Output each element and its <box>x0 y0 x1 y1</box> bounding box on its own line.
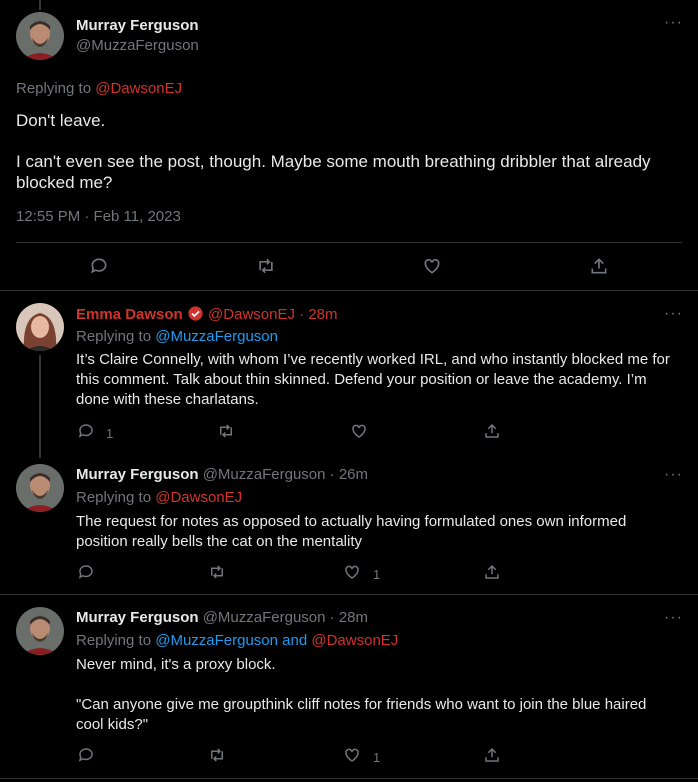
avatar-murray-reply3[interactable] <box>16 607 64 655</box>
reply3-text-line2: "Can anyone give me groupthink cliff not… <box>76 696 647 733</box>
reply1-author-handle[interactable]: @DawsonEJ <box>208 306 295 323</box>
share-icon[interactable] <box>483 422 501 440</box>
reply1-time[interactable]: · 28m <box>299 306 337 323</box>
reply3-author-name[interactable]: Murray Ferguson <box>76 609 199 626</box>
retweet-icon[interactable] <box>256 256 276 276</box>
thread-line-reply1 <box>39 355 41 458</box>
reply-icon[interactable] <box>77 422 95 440</box>
avatar-image <box>16 12 64 60</box>
retweet-icon[interactable] <box>208 746 226 764</box>
main-tweet-line1: Don't leave. <box>16 111 106 130</box>
mention-dawsonej[interactable]: @DawsonEJ <box>155 489 242 506</box>
replying-prefix: Replying to <box>16 80 92 97</box>
reply3-author-handle[interactable]: @MuzzaFerguson <box>203 609 326 626</box>
reply3-more-icon[interactable]: ··· <box>664 609 683 627</box>
mention-muzzaferguson[interactable]: @MuzzaFerguson <box>155 328 278 345</box>
reply-icon[interactable] <box>77 563 95 581</box>
reply2-text: The request for notes as opposed to actu… <box>76 513 627 550</box>
replying-prefix: Replying to <box>76 632 152 649</box>
like-icon[interactable] <box>422 256 442 276</box>
reply1-reply-count: 1 <box>106 426 114 441</box>
reply3-divider <box>0 778 698 779</box>
share-icon[interactable] <box>483 563 501 581</box>
reply3-text-line1: Never mind, it's a proxy block. <box>76 656 276 673</box>
reply3-time[interactable]: · 28m <box>330 609 368 626</box>
main-author-handle[interactable]: @MuzzaFerguson <box>76 37 199 54</box>
thread-line-top <box>39 0 41 10</box>
reply3-header: Murray Ferguson @MuzzaFerguson · 28m <box>76 609 368 626</box>
avatar-image <box>16 303 64 351</box>
replying-and: and <box>282 632 308 649</box>
reply-icon[interactable] <box>77 746 95 764</box>
mention-muzzaferguson[interactable]: @MuzzaFerguson <box>155 632 278 649</box>
avatar-murray-reply2[interactable] <box>16 464 64 512</box>
reply2-author-name[interactable]: Murray Ferguson <box>76 466 199 483</box>
retweet-icon[interactable] <box>217 422 235 440</box>
main-more-icon[interactable]: ··· <box>664 14 683 32</box>
retweet-icon[interactable] <box>208 563 226 581</box>
reply1-author-name[interactable]: Emma Dawson <box>76 306 183 323</box>
mention-dawsonej[interactable]: @DawsonEJ <box>95 80 182 97</box>
reply1-replying-to: Replying to @MuzzaFerguson <box>76 328 278 345</box>
reply3-like-count: 1 <box>373 750 381 765</box>
avatar-image <box>16 464 64 512</box>
reply2-more-icon[interactable]: ··· <box>664 466 683 484</box>
reply1-more-icon[interactable]: ··· <box>664 305 683 323</box>
main-replying-to: Replying to @DawsonEJ <box>16 80 182 97</box>
verified-badge-icon <box>187 305 204 326</box>
reply-icon[interactable] <box>89 256 109 276</box>
main-author-name[interactable]: Murray Ferguson <box>76 17 199 34</box>
reply1-text: It’s Claire Connelly, with whom I’ve rec… <box>76 351 670 408</box>
share-icon[interactable] <box>483 746 501 764</box>
reply2-like-count: 1 <box>373 567 381 582</box>
reply2-time[interactable]: · 26m <box>330 466 368 483</box>
mention-dawsonej[interactable]: @DawsonEJ <box>311 632 398 649</box>
replying-prefix: Replying to <box>76 489 152 506</box>
reply1-header: Emma Dawson @DawsonEJ · 28m <box>76 305 338 326</box>
reply3-replying-to: Replying to @MuzzaFerguson and @DawsonEJ <box>76 632 398 649</box>
main-tweet-text: Don't leave. I can't even see the post, … <box>16 110 681 193</box>
replying-prefix: Replying to <box>76 328 152 345</box>
like-icon[interactable] <box>350 422 368 440</box>
reply3-text: Never mind, it's a proxy block. "Can any… <box>76 655 676 735</box>
main-tweet-line2: I can't even see the post, though. Maybe… <box>16 152 651 192</box>
reply2-header: Murray Ferguson @MuzzaFerguson · 26m <box>76 466 368 483</box>
share-icon[interactable] <box>589 256 609 276</box>
reply2-divider <box>0 594 698 595</box>
avatar-murray-main[interactable] <box>16 12 64 60</box>
avatar-emma[interactable] <box>16 303 64 351</box>
reply2-author-handle[interactable]: @MuzzaFerguson <box>203 466 326 483</box>
main-timestamp[interactable]: 12:55 PM · Feb 11, 2023 <box>16 208 181 225</box>
main-divider-bottom <box>0 290 698 291</box>
like-icon[interactable] <box>343 746 361 764</box>
like-icon[interactable] <box>343 563 361 581</box>
reply2-replying-to: Replying to @DawsonEJ <box>76 489 242 506</box>
main-divider-top <box>16 242 682 243</box>
avatar-image <box>16 607 64 655</box>
